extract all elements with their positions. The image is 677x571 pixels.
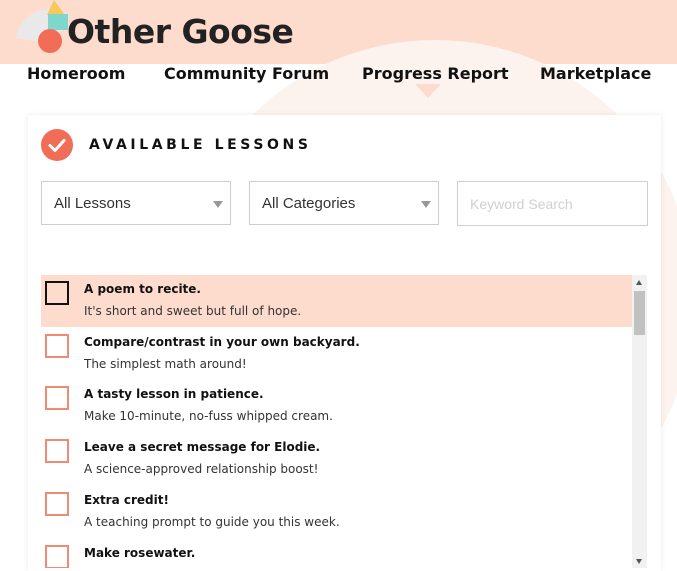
lesson-row[interactable]: Compare/contrast in your own backyard. T… bbox=[41, 328, 632, 380]
lessons-card: AVAILABLE LESSONS All Lessons All Catego… bbox=[28, 115, 661, 571]
chevron-down-icon bbox=[421, 201, 431, 208]
lesson-title: Leave a secret message for Elodie. bbox=[84, 440, 321, 454]
section-title: AVAILABLE LESSONS bbox=[89, 137, 312, 153]
lesson-title: Extra credit! bbox=[84, 493, 169, 507]
brand-name[interactable]: Other Goose bbox=[67, 12, 294, 51]
lesson-description: A science-approved relationship boost! bbox=[84, 462, 319, 476]
lesson-checkbox[interactable] bbox=[45, 545, 69, 568]
lesson-title: Make rosewater. bbox=[84, 546, 196, 560]
active-nav-indicator bbox=[415, 84, 441, 98]
lesson-checkbox[interactable] bbox=[45, 386, 69, 410]
nav-community-forum[interactable]: Community Forum bbox=[164, 64, 329, 83]
lesson-row[interactable]: Leave a secret message for Elodie. A sci… bbox=[41, 433, 632, 485]
lesson-description: The simplest math around! bbox=[84, 357, 247, 371]
lesson-title: A poem to recite. bbox=[84, 282, 201, 296]
categories-filter-select[interactable]: All Categories bbox=[249, 181, 439, 225]
scroll-down-icon[interactable] bbox=[636, 559, 642, 564]
lesson-row[interactable]: A tasty lesson in patience. Make 10-minu… bbox=[41, 380, 632, 432]
lessons-filter-select[interactable]: All Lessons bbox=[41, 181, 231, 225]
checkmark-icon bbox=[41, 129, 73, 161]
lesson-title: A tasty lesson in patience. bbox=[84, 387, 264, 401]
nav-progress-report[interactable]: Progress Report bbox=[362, 64, 509, 83]
nav-homeroom[interactable]: Homeroom bbox=[27, 64, 125, 83]
lessons-scrollbar[interactable] bbox=[632, 275, 647, 568]
lesson-title: Compare/contrast in your own backyard. bbox=[84, 335, 360, 349]
lesson-checkbox[interactable] bbox=[45, 439, 69, 463]
lessons-list: A poem to recite. It's short and sweet b… bbox=[41, 275, 632, 568]
lessons-filter-value: All Lessons bbox=[54, 195, 131, 212]
chevron-down-icon bbox=[213, 201, 223, 208]
lesson-row[interactable]: A poem to recite. It's short and sweet b… bbox=[41, 275, 632, 327]
scroll-up-icon[interactable] bbox=[636, 280, 642, 285]
lesson-checkbox[interactable] bbox=[45, 492, 69, 516]
lesson-checkbox[interactable] bbox=[45, 334, 69, 358]
categories-filter-value: All Categories bbox=[262, 195, 356, 212]
lesson-row[interactable]: Extra credit! A teaching prompt to guide… bbox=[41, 486, 632, 538]
keyword-search-input[interactable] bbox=[457, 181, 648, 226]
nav-marketplace[interactable]: Marketplace bbox=[540, 64, 651, 83]
lesson-description: A teaching prompt to guide you this week… bbox=[84, 515, 340, 529]
scroll-thumb[interactable] bbox=[634, 291, 645, 335]
lesson-description: It's short and sweet but full of hope. bbox=[84, 304, 302, 318]
lesson-description: Make 10-minute, no-fuss whipped cream. bbox=[84, 409, 333, 423]
lesson-checkbox[interactable] bbox=[45, 281, 69, 305]
lesson-row[interactable]: Make rosewater. bbox=[41, 539, 632, 568]
